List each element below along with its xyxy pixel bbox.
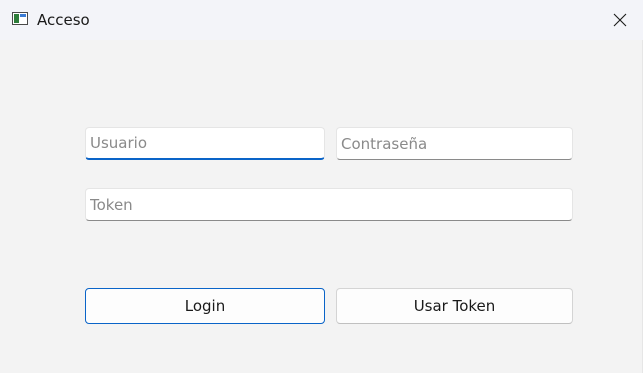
use-token-button-label: Usar Token	[413, 297, 496, 315]
login-button[interactable]: Login	[85, 288, 325, 324]
login-dialog: Acceso Login Usar Token	[0, 0, 643, 373]
title-bar: Acceso	[0, 0, 643, 40]
use-token-button[interactable]: Usar Token	[336, 288, 573, 324]
app-window-icon	[12, 12, 28, 25]
login-button-label: Login	[184, 297, 226, 315]
token-input[interactable]	[85, 188, 573, 221]
close-button[interactable]	[597, 0, 643, 40]
usuario-input[interactable]	[85, 127, 325, 160]
password-input[interactable]	[336, 127, 573, 160]
close-icon	[613, 13, 627, 27]
window-title: Acceso	[37, 11, 90, 29]
